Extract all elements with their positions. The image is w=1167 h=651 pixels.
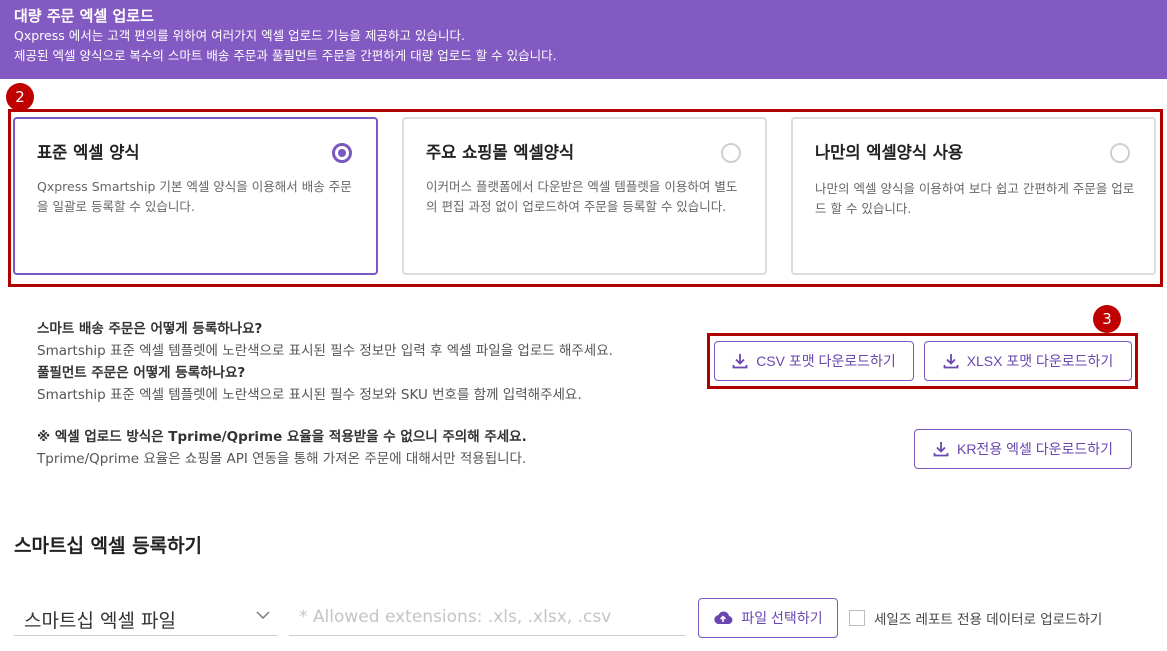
radio-standard[interactable] [332,143,352,163]
download-icon [933,442,949,457]
kr-download-button[interactable]: KR전용 엑셀 다운로드하기 [914,429,1132,469]
notice-block: ※ 엑셀 업로드 방식은 Tprime/Qprime 요율을 적용받을 수 없으… [37,426,697,470]
annotation-marker-2: 2 [6,83,34,111]
download-icon [732,354,748,369]
cloud-upload-icon [714,611,733,624]
annotation-marker-3: 3 [1093,305,1121,333]
upload-type-value: 스마트십 엑셀 파일 [24,610,176,632]
chevron-down-icon [256,611,270,620]
card-title: 나만의 엑셀양식 사용 [815,143,964,162]
csv-download-button[interactable]: CSV 포맷 다운로드하기 [714,341,914,381]
radio-custom[interactable] [1110,143,1130,163]
faq-question-fulfillment: 풀필먼트 주문은 어떻게 등록하나요? [37,365,246,381]
section-title-upload: 스마트십 엑셀 등록하기 [14,535,203,557]
template-card-custom[interactable]: 나만의 엑셀양식 사용 나만의 엑셀 양식을 이용하여 보다 쉽고 간편하게 주… [791,117,1156,275]
card-title: 표준 엑셀 양식 [37,143,140,162]
file-select-button[interactable]: 파일 선택하기 [698,598,838,638]
sales-report-checkbox[interactable] [849,610,865,626]
notice-detail: Tprime/Qprime 요율은 쇼핑몰 API 연동을 통해 가져온 주문에… [37,451,527,467]
template-card-shoppingmall[interactable]: 주요 쇼핑몰 엑셀양식 이커머스 플랫폼에서 다운받은 엑셀 템플렛을 이용하여… [402,117,767,275]
banner-description-1: Qxpress 에서는 고객 편의를 위하여 여러가지 엑셀 업로드 기능을 제… [14,28,465,43]
kr-download-label: KR전용 엑셀 다운로드하기 [956,441,1114,457]
faq-question-smartship: 스마트 배송 주문은 어떻게 등록하나요? [37,321,263,337]
faq-answer-smartship: Smartship 표준 엑셀 템플렛에 노란색으로 표시된 필수 정보만 입력… [37,343,613,359]
card-title: 주요 쇼핑몰 엑셀양식 [426,143,575,162]
radio-shoppingmall[interactable] [721,143,741,163]
file-path-input[interactable] [289,598,686,636]
page-title: 대량 주문 엑셀 업로드 [14,7,154,25]
header-banner: 대량 주문 엑셀 업로드 Qxpress 에서는 고객 편의를 위하여 여러가지… [0,0,1167,79]
upload-type-select[interactable]: 스마트십 엑셀 파일 [14,598,278,636]
sales-report-checkbox-label[interactable]: 세일즈 레포트 전용 데이터로 업로드하기 [874,608,1102,628]
xlsx-download-label: XLSX 포맷 다운로드하기 [966,353,1114,369]
file-select-label: 파일 선택하기 [741,610,823,626]
faq-answer-fulfillment: Smartship 표준 엑셀 템플렛에 노란색으로 표시된 필수 정보와 SK… [37,387,582,403]
template-card-standard[interactable]: 표준 엑셀 양식 Qxpress Smartship 기본 엑셀 양식을 이용해… [13,117,378,275]
card-description: Qxpress Smartship 기본 엑셀 양식을 이용해서 배송 주문을 … [37,179,352,214]
csv-download-label: CSV 포맷 다운로드하기 [756,353,896,369]
download-icon [943,354,959,369]
notice-title: ※ 엑셀 업로드 방식은 Tprime/Qprime 요율을 적용받을 수 없으… [37,429,527,445]
card-description: 이커머스 플랫폼에서 다운받은 엑셀 템플렛을 이용하여 별도의 편집 과정 없… [426,179,738,214]
xlsx-download-button[interactable]: XLSX 포맷 다운로드하기 [924,341,1132,381]
help-text-block: 스마트 배송 주문은 어떻게 등록하나요? Smartship 표준 엑셀 템플… [37,318,697,406]
card-description: 나만의 엑셀 양식을 이용하여 보다 쉽고 간편하게 주문을 업로드 할 수 있… [815,181,1135,216]
banner-description-2: 제공된 엑셀 양식으로 복수의 스마트 배송 주문과 풀필먼트 주문을 간편하게… [14,48,557,63]
